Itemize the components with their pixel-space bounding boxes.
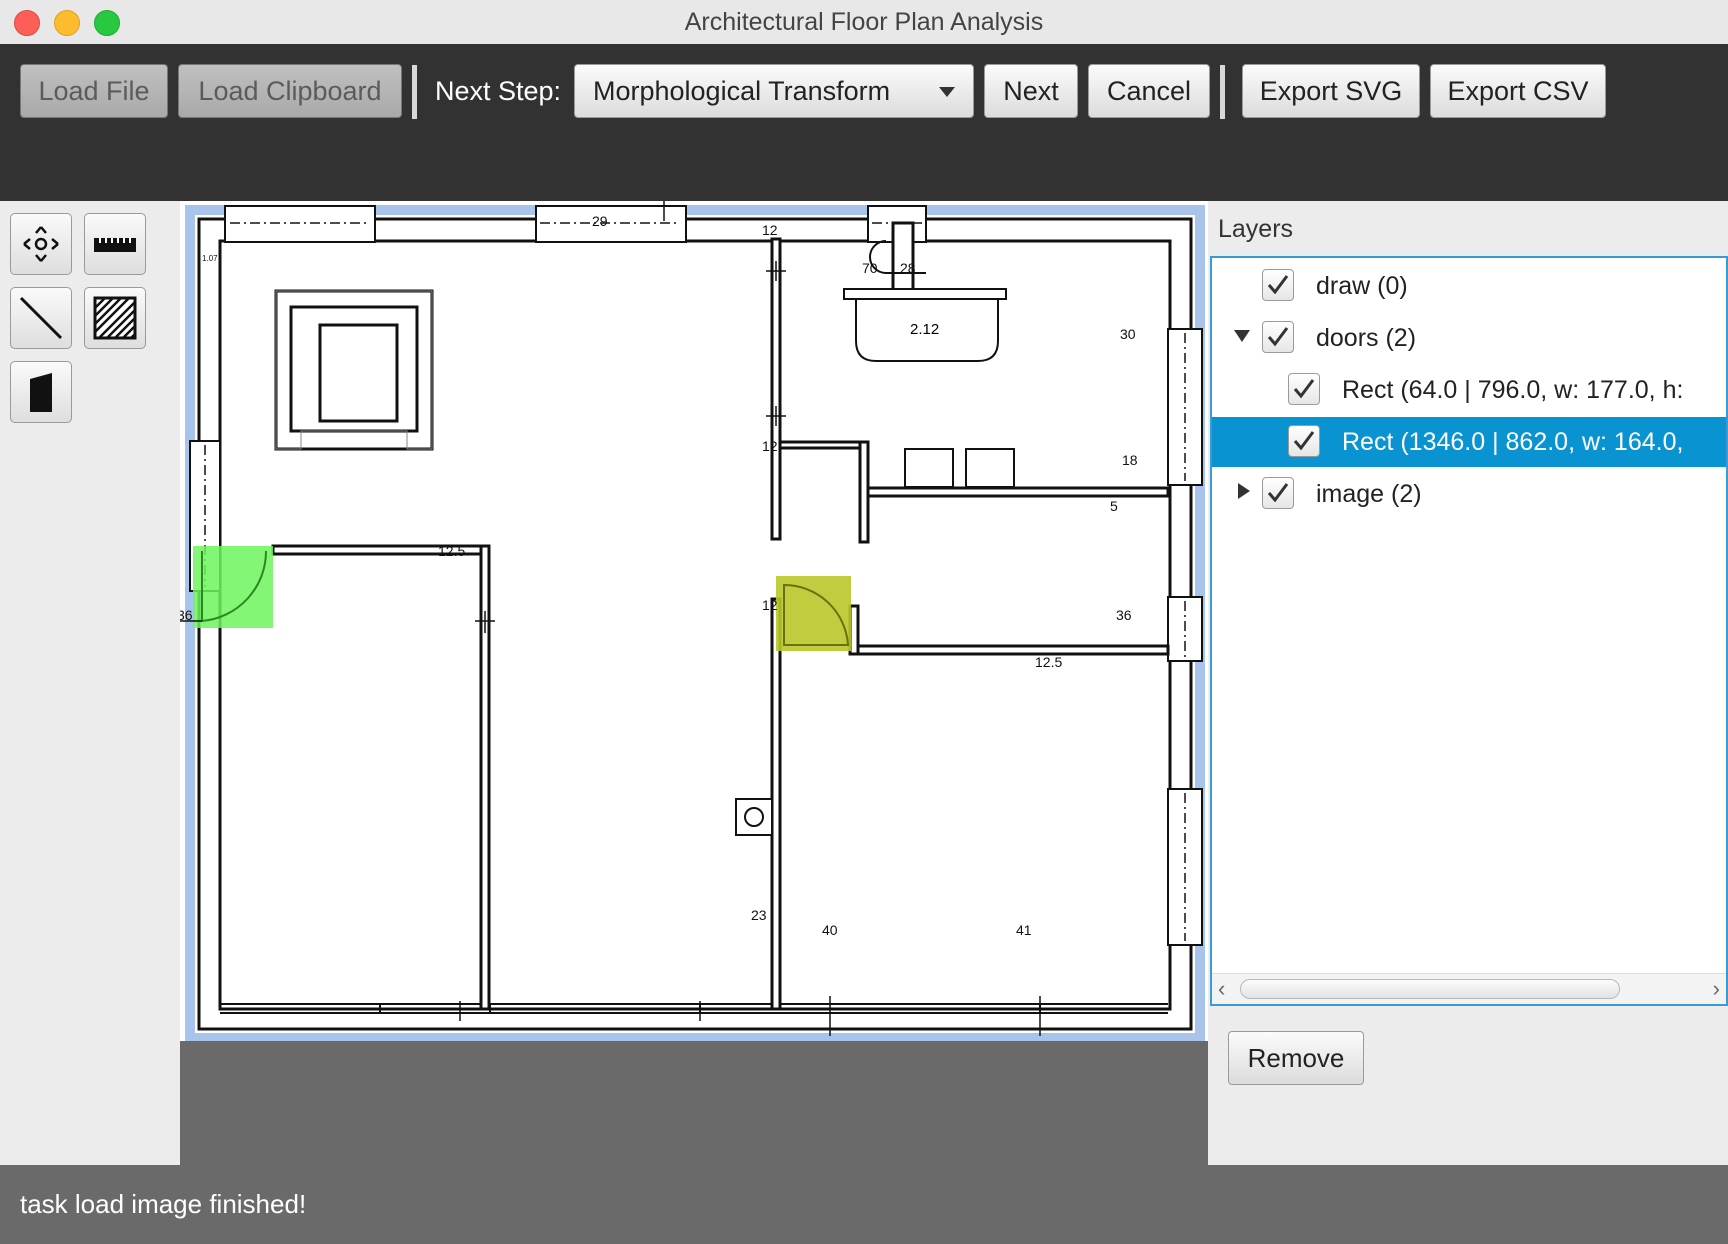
next-step-label: Next Step:: [435, 76, 562, 106]
load-clipboard-button[interactable]: Load Clipboard: [178, 64, 402, 118]
window-title: Architectural Floor Plan Analysis: [684, 8, 1044, 36]
toolbar-separator: [1220, 65, 1225, 119]
layer-label: image (2): [1316, 480, 1422, 508]
export-csv-button[interactable]: Export CSV: [1430, 64, 1606, 118]
horizontal-scrollbar[interactable]: ‹ ›: [1212, 973, 1726, 1004]
expanded-arrow-icon[interactable]: [1234, 330, 1250, 342]
layer-label: Rect (64.0 | 796.0, w: 177.0, h:: [1342, 376, 1684, 404]
check-icon: [1293, 431, 1315, 451]
line-tool-button[interactable]: [10, 287, 72, 349]
next-step-value: Morphological Transform: [593, 75, 891, 106]
status-text: task load image finished!: [20, 1189, 307, 1219]
cancel-button[interactable]: Cancel: [1088, 64, 1210, 118]
scroll-right-icon[interactable]: ›: [1713, 976, 1720, 1002]
svg-text:30: 30: [1120, 326, 1136, 342]
remove-button[interactable]: Remove: [1228, 1031, 1364, 1085]
scroll-left-icon[interactable]: ‹: [1218, 976, 1225, 1002]
layer-label: Rect (1346.0 | 862.0, w: 164.0,: [1342, 428, 1684, 456]
door-highlight-1[interactable]: [193, 546, 273, 628]
check-icon: [1267, 483, 1289, 503]
floor-plan-canvas[interactable]: 2.12 29 12 70 28 30 12 18 5 12.5 36 12 3…: [180, 201, 1208, 1165]
load-file-button[interactable]: Load File: [20, 64, 168, 118]
layers-panel: Layers draw (0) doors (2) Rect (64.0 | 7…: [1208, 201, 1728, 1165]
layers-tree[interactable]: draw (0) doors (2) Rect (64.0 | 796.0, w…: [1210, 256, 1728, 1006]
room-area-label: 2.12: [910, 321, 939, 338]
door-highlight-2[interactable]: [776, 576, 851, 651]
window-titlebar: Architectural Floor Plan Analysis: [0, 0, 1728, 45]
svg-text:12.5: 12.5: [438, 543, 465, 559]
main-toolbar: Load File Load Clipboard Next Step: Morp…: [0, 44, 1728, 201]
floor-plan-image: 2.12 29 12 70 28 30 12 18 5 12.5 36 12 3…: [180, 201, 1208, 1041]
chevron-down-icon: [939, 87, 955, 97]
layer-row-draw[interactable]: draw (0): [1212, 261, 1726, 311]
svg-text:12: 12: [762, 597, 778, 613]
next-step-select[interactable]: Morphological Transform: [574, 64, 974, 118]
layer-checkbox[interactable]: [1262, 269, 1294, 301]
check-icon: [1267, 327, 1289, 347]
layer-row-doors[interactable]: doors (2): [1212, 313, 1726, 363]
layer-label: draw (0): [1316, 272, 1408, 300]
svg-text:40: 40: [822, 922, 838, 938]
svg-text:23: 23: [751, 907, 767, 923]
door-tool-icon: [30, 373, 52, 412]
layer-checkbox[interactable]: [1262, 321, 1294, 353]
svg-text:70: 70: [862, 260, 878, 276]
svg-text:12: 12: [762, 438, 778, 454]
toolbar-separator: [412, 65, 417, 119]
collapsed-arrow-icon[interactable]: [1238, 483, 1250, 499]
layer-checkbox[interactable]: [1288, 373, 1320, 405]
hatch-tool-button[interactable]: [84, 287, 146, 349]
svg-text:1.07: 1.07: [202, 254, 218, 263]
check-icon: [1293, 379, 1315, 399]
scrollbar-thumb[interactable]: [1240, 979, 1620, 999]
svg-text:41: 41: [1016, 922, 1032, 938]
layer-row-image[interactable]: image (2): [1212, 469, 1726, 519]
line-tool-icon: [19, 296, 63, 340]
check-icon: [1267, 275, 1289, 295]
layer-checkbox[interactable]: [1262, 477, 1294, 509]
door-tool-button[interactable]: [10, 361, 72, 423]
tool-palette: [0, 201, 180, 1165]
layer-row-rect-1[interactable]: Rect (64.0 | 796.0, w: 177.0, h:: [1212, 365, 1726, 415]
status-bar: task load image finished!: [0, 1165, 1728, 1244]
next-button[interactable]: Next: [984, 64, 1078, 118]
hatch-tool-icon: [93, 296, 137, 340]
ruler-tool-icon: [94, 238, 136, 252]
ruler-tool-button[interactable]: [84, 213, 146, 275]
svg-text:29: 29: [592, 213, 608, 229]
svg-text:36: 36: [1116, 607, 1132, 623]
layers-title: Layers: [1218, 215, 1294, 243]
svg-text:28: 28: [900, 260, 916, 276]
move-tool-button[interactable]: [10, 213, 72, 275]
svg-text:5: 5: [1110, 498, 1118, 514]
svg-text:18: 18: [1122, 452, 1138, 468]
export-svg-button[interactable]: Export SVG: [1242, 64, 1420, 118]
layer-checkbox[interactable]: [1288, 425, 1320, 457]
move-tool-icon: [23, 226, 59, 262]
layer-row-rect-2[interactable]: Rect (1346.0 | 862.0, w: 164.0,: [1212, 417, 1726, 467]
svg-text:12.5: 12.5: [1035, 654, 1062, 670]
layer-label: doors (2): [1316, 324, 1417, 352]
svg-text:12: 12: [762, 222, 778, 238]
